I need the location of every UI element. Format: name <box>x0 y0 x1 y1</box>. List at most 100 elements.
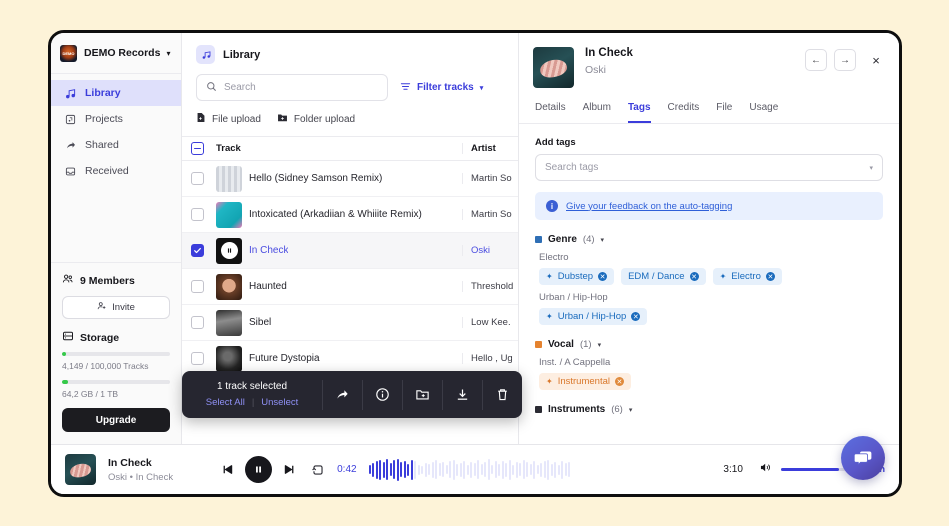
waveform-bar <box>442 462 445 477</box>
remove-tag-icon[interactable]: ✕ <box>689 272 699 281</box>
sidebar-item-received[interactable]: Received <box>51 158 181 184</box>
waveform-bar <box>368 465 371 474</box>
search-box[interactable] <box>196 74 388 101</box>
tag-chip[interactable]: EDM / Dance ✕ <box>621 268 706 285</box>
invite-button[interactable]: Invite <box>62 296 170 319</box>
info-icon[interactable] <box>362 379 402 410</box>
tab-credits[interactable]: Credits <box>668 102 700 123</box>
table-row[interactable]: Haunted Threshold <box>182 269 518 305</box>
track-title[interactable]: Intoxicated (Arkadiian & Whiiite Remix) <box>249 209 422 220</box>
track-artist[interactable]: Martin So <box>471 173 518 184</box>
file-upload-label: File upload <box>212 113 261 125</box>
close-icon[interactable]: × <box>867 51 885 69</box>
tag-chip[interactable]: ✦ Dubstep ✕ <box>539 268 615 285</box>
tab-details[interactable]: Details <box>535 102 566 123</box>
tab-usage[interactable]: Usage <box>749 102 778 123</box>
share-icon[interactable] <box>322 379 362 410</box>
unselect-link[interactable]: Unselect <box>261 397 298 408</box>
row-checkbox[interactable] <box>190 316 204 329</box>
filter-icon <box>400 81 411 95</box>
app-body: DEMO DEMO Records ▾ Library Projects Sha… <box>51 33 899 444</box>
select-all-link[interactable]: Select All <box>206 397 245 408</box>
next-track-button[interactable]: → <box>834 49 856 71</box>
sidebar-item-shared[interactable]: Shared <box>51 132 181 158</box>
row-checkbox[interactable] <box>190 352 204 365</box>
remove-tag-icon[interactable]: ✕ <box>598 272 608 281</box>
track-title[interactable]: In Check <box>249 245 288 256</box>
track-title[interactable]: Haunted <box>249 281 287 292</box>
tab-file[interactable]: File <box>716 102 732 123</box>
remove-tag-icon[interactable]: ✕ <box>765 272 775 281</box>
table-row[interactable]: In Check Oski <box>182 233 518 269</box>
row-artist-cell: Martin So <box>462 209 518 220</box>
row-checkbox-cell <box>182 316 212 329</box>
volume-icon[interactable] <box>759 461 772 479</box>
tag-group-header[interactable]: Instruments (6) ▾ <box>535 404 883 415</box>
filter-tracks-button[interactable]: Filter tracks ▾ <box>400 81 483 95</box>
track-thumbnail <box>216 165 242 192</box>
detail-tabs: Details Album Tags Credits File Usage <box>519 88 899 124</box>
track-artist[interactable]: Martin So <box>471 209 518 220</box>
row-checkbox[interactable] <box>190 244 204 257</box>
tag-chip[interactable]: ✦ Instrumental ✕ <box>539 373 631 390</box>
upgrade-button[interactable]: Upgrade <box>62 408 170 432</box>
folder-upload-button[interactable]: Folder upload <box>277 112 355 126</box>
row-artist-cell: Oski <box>462 245 518 256</box>
row-checkbox[interactable] <box>190 280 204 293</box>
table-row[interactable]: Sibel Low Kee. <box>182 305 518 341</box>
select-all-checkbox[interactable] <box>190 142 204 155</box>
table-row[interactable]: Intoxicated (Arkadiian & Whiiite Remix) M… <box>182 197 518 233</box>
prev-icon[interactable] <box>221 463 234 476</box>
tag-chip[interactable]: ✦ Electro ✕ <box>712 268 782 285</box>
storage-label: Storage <box>80 331 120 344</box>
track-artist[interactable]: Low Kee. <box>471 317 518 328</box>
previous-track-button[interactable]: ← <box>805 49 827 71</box>
workspace-switcher[interactable]: DEMO DEMO Records ▾ <box>51 33 181 74</box>
repeat-icon[interactable] <box>311 463 325 477</box>
waveform-bar <box>386 459 389 480</box>
track-title[interactable]: Future Dystopia <box>249 353 320 364</box>
group-name: Vocal <box>548 339 574 350</box>
tab-album[interactable]: Album <box>583 102 611 123</box>
track-cell: In Check <box>216 237 462 264</box>
waveform[interactable] <box>368 458 712 481</box>
search-input[interactable] <box>224 82 378 93</box>
row-track-cell: Intoxicated (Arkadiian & Whiiite Remix) <box>212 201 462 228</box>
invite-label: Invite <box>112 302 135 313</box>
tag-group-header[interactable]: Vocal (1) ▾ <box>535 339 883 350</box>
row-checkbox[interactable] <box>190 172 204 185</box>
track-title[interactable]: Sibel <box>249 317 271 328</box>
track-artist[interactable]: Threshold <box>471 281 518 292</box>
upload-actions: File upload Folder upload <box>182 101 518 136</box>
player-bar: In Check Oski • In Check 0:42 3:10 <box>51 444 899 494</box>
tag-search-input[interactable]: Search tags ▾ <box>535 154 883 181</box>
next-icon[interactable] <box>283 463 296 476</box>
file-upload-button[interactable]: File upload <box>196 112 261 126</box>
track-artist[interactable]: Hello , Ug <box>471 353 518 364</box>
table-row[interactable]: Hello (Sidney Samson Remix) Martin So <box>182 161 518 197</box>
tag-group-header[interactable]: Genre (4) ▾ <box>535 234 883 245</box>
search-icon <box>206 79 217 97</box>
sidebar-item-label: Received <box>85 165 129 177</box>
chat-bubble-icon[interactable] <box>841 436 885 480</box>
sidebar-item-label: Library <box>85 87 121 99</box>
sidebar-item-projects[interactable]: Projects <box>51 106 181 132</box>
row-checkbox[interactable] <box>190 208 204 221</box>
remove-tag-icon[interactable]: ✕ <box>631 312 641 321</box>
delete-icon[interactable] <box>482 379 522 410</box>
tag-chip[interactable]: ✦ Urban / Hip-Hop ✕ <box>539 308 648 325</box>
remove-tag-icon[interactable]: ✕ <box>614 377 624 386</box>
waveform-bar <box>473 463 476 476</box>
track-title[interactable]: Hello (Sidney Samson Remix) <box>249 173 382 184</box>
workspace-name: DEMO Records <box>84 47 161 59</box>
feedback-link[interactable]: Give your feedback on the auto-tagging <box>566 201 732 212</box>
track-artist[interactable]: Oski <box>471 245 518 256</box>
tag-chip-label: Instrumental <box>557 376 610 387</box>
sidebar-item-library[interactable]: Library <box>51 80 181 106</box>
waveform-bar <box>540 462 543 477</box>
download-icon[interactable] <box>442 379 482 410</box>
add-to-folder-icon[interactable] <box>402 379 442 410</box>
tab-tags[interactable]: Tags <box>627 102 651 123</box>
pause-icon[interactable] <box>245 456 273 483</box>
group-name: Instruments <box>548 404 606 415</box>
